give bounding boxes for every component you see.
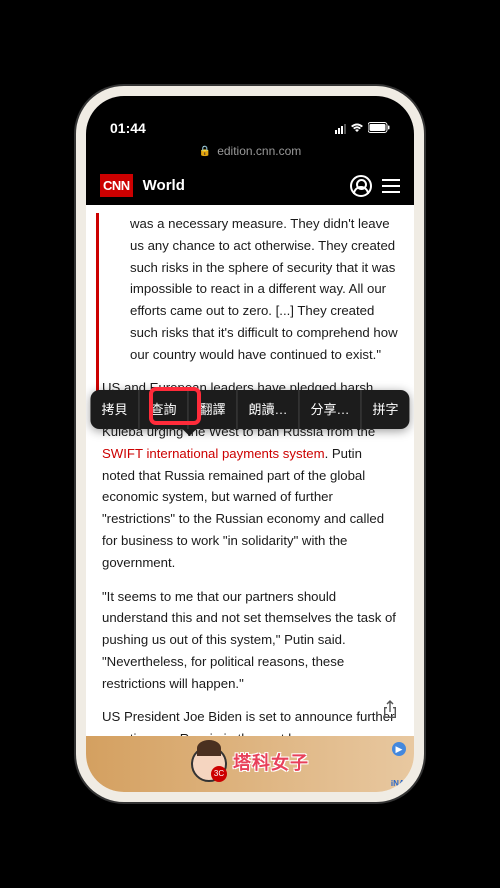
signal-icon [335, 124, 346, 134]
article-link[interactable]: SWIFT international payments system [102, 446, 325, 461]
menu-spell[interactable]: 拼字 [362, 390, 410, 429]
browser-url-bar[interactable]: 🔒 edition.cnn.com [86, 140, 414, 166]
notch [175, 96, 325, 120]
menu-translate[interactable]: 翻譯 [188, 390, 237, 429]
ad-label: iNAP [391, 777, 410, 790]
menu-share[interactable]: 分享… [300, 390, 362, 429]
battery-icon [368, 122, 390, 136]
article-paragraph: was a necessary measure. They didn't lea… [102, 213, 398, 365]
article-body[interactable]: was a necessary measure. They didn't lea… [86, 205, 414, 792]
ad-badge: 3C [211, 766, 227, 782]
phone-frame: 01:44 🔒 edition.cnn.com CNN World [76, 86, 424, 802]
lock-icon: 🔒 [199, 146, 211, 157]
menu-copy[interactable]: 拷貝 [90, 390, 139, 429]
profile-icon[interactable] [350, 175, 372, 197]
menu-speak[interactable]: 朗讀… [238, 390, 300, 429]
ad-avatar: 3C [191, 746, 227, 782]
menu-icon[interactable] [382, 179, 400, 193]
article-paragraph: "It seems to me that our partners should… [102, 586, 398, 695]
site-header: CNN World [86, 166, 414, 205]
wifi-icon [350, 122, 364, 136]
ad-info-icon[interactable]: ▶ [392, 742, 406, 756]
ad-banner[interactable]: 3C 塔科女子 ▶ iNAP [86, 736, 414, 792]
status-time: 01:44 [110, 120, 146, 136]
status-indicators [335, 122, 390, 136]
share-icon[interactable] [382, 700, 398, 730]
section-title[interactable]: World [143, 177, 340, 194]
cnn-logo[interactable]: CNN [100, 174, 133, 197]
text-selection-menu: 拷貝 查詢 翻譯 朗讀… 分享… 拼字 [90, 390, 409, 429]
ad-text: 塔科女子 [233, 749, 309, 779]
url-text: edition.cnn.com [217, 144, 301, 158]
phone-screen: 01:44 🔒 edition.cnn.com CNN World [86, 96, 414, 792]
live-indicator-bar [96, 213, 99, 408]
menu-lookup[interactable]: 查詢 [139, 390, 188, 429]
